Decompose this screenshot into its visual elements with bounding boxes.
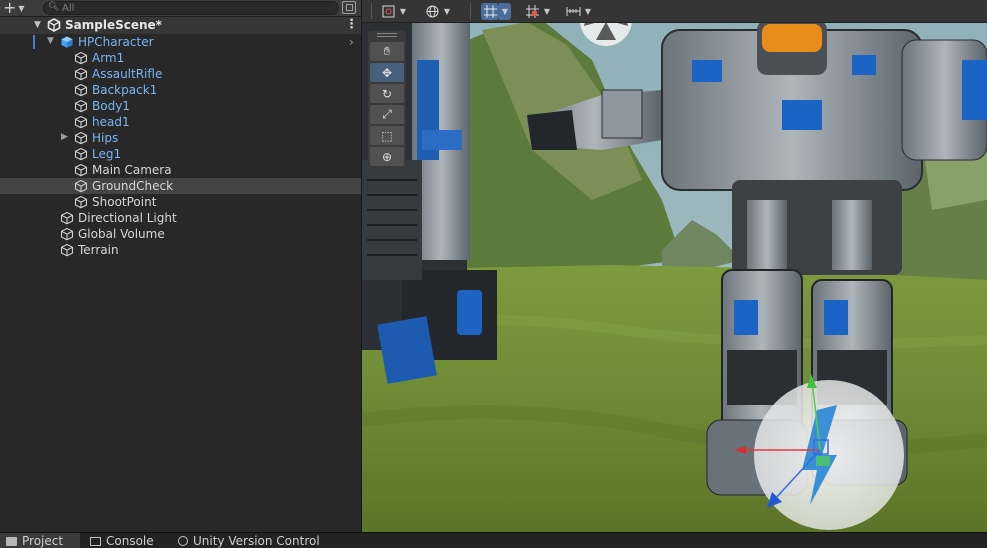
hierarchy-item[interactable]: Main Camera xyxy=(0,162,361,178)
chevron-down-icon[interactable]: ▼ xyxy=(582,3,594,20)
gameobject-icon xyxy=(60,211,74,225)
prefab-override-bar xyxy=(33,35,35,49)
tab-project[interactable]: Project xyxy=(0,533,80,548)
snap-increment-icon[interactable] xyxy=(523,3,541,20)
collapse-arrow-icon[interactable]: ▶ xyxy=(61,132,68,142)
chevron-down-icon[interactable]: ▼ xyxy=(397,3,409,20)
hierarchy-item-label: Leg1 xyxy=(92,147,122,161)
gameobject-icon xyxy=(74,131,88,145)
hierarchy-item[interactable]: head1 xyxy=(0,114,361,130)
chevron-down-icon: ▼ xyxy=(18,3,25,13)
hierarchy-item[interactable]: Directional Light xyxy=(0,210,361,226)
gameobject-icon xyxy=(74,115,88,129)
gizmos-icon[interactable] xyxy=(379,3,397,20)
chevron-down-icon[interactable]: ▼ xyxy=(541,3,553,20)
ruler-icon[interactable] xyxy=(564,3,582,20)
toolbar-separator xyxy=(470,3,471,19)
gameobject-icon xyxy=(74,195,88,209)
hierarchy-item-label: Body1 xyxy=(92,99,130,113)
rotate-tool-icon[interactable]: ↻ xyxy=(370,84,404,103)
rect-tool-icon[interactable]: ⬚ xyxy=(370,126,404,145)
hierarchy-item[interactable]: ShootPoint xyxy=(0,194,361,210)
hierarchy-search[interactable]: 🔍︎ xyxy=(43,1,339,15)
toolbar-separator xyxy=(371,3,372,19)
add-object-button[interactable]: + ▼ xyxy=(3,0,33,16)
hierarchy-item-label: Directional Light xyxy=(78,211,177,225)
gizmos-toggle[interactable]: ▼ xyxy=(379,2,409,21)
gameobject-icon xyxy=(74,163,88,177)
scene-toolbar: ▼ ▼ ▼ ▼ ▼ xyxy=(362,0,987,23)
scene-tools-overlay: ✋︎ ✥ ↻ ⤢ ⬚ ⊕ xyxy=(368,31,406,168)
hierarchy-item-label: head1 xyxy=(92,115,130,129)
search-icon: 🔍︎ xyxy=(48,2,60,12)
gameobject-icon xyxy=(74,83,88,97)
move-tool-icon[interactable]: ✥ xyxy=(370,63,404,82)
tab-label: Unity Version Control xyxy=(193,534,320,548)
prefab-icon xyxy=(60,35,74,49)
hierarchy-panel: + ▼ 🔍︎ ▼ SampleScene* ⋮ ▼ HPCharacter › Arm… xyxy=(0,0,361,532)
hierarchy-item[interactable]: Leg1 xyxy=(0,146,361,162)
hierarchy-item-label: HPCharacter xyxy=(78,35,154,49)
bottom-tab-bar: Project Console Unity Version Control xyxy=(0,532,987,548)
grid-snap-toggle[interactable]: ▼ xyxy=(481,2,511,21)
hierarchy-toolbar: + ▼ 🔍︎ xyxy=(0,0,361,17)
hierarchy-item-label: Main Camera xyxy=(92,163,172,177)
hierarchy-item[interactable]: Backpack1 xyxy=(0,82,361,98)
transform-tool-icon[interactable]: ⊕ xyxy=(370,147,404,166)
hierarchy-item-label: Terrain xyxy=(78,243,119,257)
drag-handle-icon[interactable] xyxy=(377,33,397,37)
globe-icon[interactable] xyxy=(423,3,441,20)
hierarchy-item[interactable]: ▼ HPCharacter › xyxy=(0,34,361,50)
hierarchy-item-label: GroundCheck xyxy=(92,179,174,193)
more-options-icon[interactable]: ⋮ xyxy=(345,17,358,32)
scene-render xyxy=(362,0,987,532)
hierarchy-item-label: Arm1 xyxy=(92,51,125,65)
chevron-down-icon[interactable]: ▼ xyxy=(499,3,511,20)
tab-console[interactable]: Console xyxy=(84,533,154,548)
gameobject-icon xyxy=(74,99,88,113)
scene-viewport[interactable] xyxy=(362,0,987,532)
hand-tool-icon[interactable]: ✋︎ xyxy=(370,42,404,61)
hierarchy-item-label: Hips xyxy=(92,131,119,145)
gameobject-icon xyxy=(60,227,74,241)
hierarchy-item[interactable]: Body1 xyxy=(0,98,361,114)
ruler-toggle[interactable]: ▼ xyxy=(564,2,594,21)
scene-name: SampleScene* xyxy=(65,18,162,32)
folder-icon xyxy=(6,536,17,546)
tab-version-control[interactable]: Unity Version Control xyxy=(172,533,320,548)
hierarchy-item[interactable]: Arm1 xyxy=(0,50,361,66)
gameobject-icon xyxy=(60,243,74,257)
scene-header-row[interactable]: ▼ SampleScene* ⋮ xyxy=(0,17,361,34)
hierarchy-tree: ▼ HPCharacter › Arm1 AssaultRifle Backpack1 Bo… xyxy=(0,34,361,258)
plus-icon: + xyxy=(3,0,17,17)
open-prefab-icon[interactable]: › xyxy=(349,35,354,49)
expand-arrow-icon[interactable]: ▼ xyxy=(34,20,41,30)
chevron-down-icon[interactable]: ▼ xyxy=(441,3,453,20)
gameobject-icon xyxy=(74,51,88,65)
hierarchy-item-label: Backpack1 xyxy=(92,83,158,97)
hierarchy-item-label: Global Volume xyxy=(78,227,165,241)
hierarchy-item[interactable]: Terrain xyxy=(0,242,361,258)
snap-increment-toggle[interactable]: ▼ xyxy=(523,2,553,21)
hierarchy-item-label: AssaultRifle xyxy=(92,67,163,81)
unity-scene-icon xyxy=(47,18,61,32)
hierarchy-item[interactable]: Global Volume xyxy=(0,226,361,242)
version-control-icon xyxy=(178,536,188,546)
gameobject-icon xyxy=(74,67,88,81)
lock-icon[interactable] xyxy=(342,1,356,14)
hierarchy-item[interactable]: ▶ Hips xyxy=(0,130,361,146)
scale-tool-icon[interactable]: ⤢ xyxy=(370,105,404,124)
hierarchy-item-label: ShootPoint xyxy=(92,195,157,209)
hierarchy-item[interactable]: AssaultRifle xyxy=(0,66,361,82)
hierarchy-item[interactable]: GroundCheck xyxy=(0,178,361,194)
tab-label: Project xyxy=(22,534,64,548)
grid-snap-icon[interactable] xyxy=(481,3,499,20)
search-input[interactable] xyxy=(62,2,322,14)
gameobject-icon xyxy=(74,147,88,161)
tab-label: Console xyxy=(106,534,154,548)
globe-toggle[interactable]: ▼ xyxy=(423,2,453,21)
expand-arrow-icon[interactable]: ▼ xyxy=(47,36,54,46)
console-icon xyxy=(90,536,101,546)
gameobject-icon xyxy=(74,179,88,193)
